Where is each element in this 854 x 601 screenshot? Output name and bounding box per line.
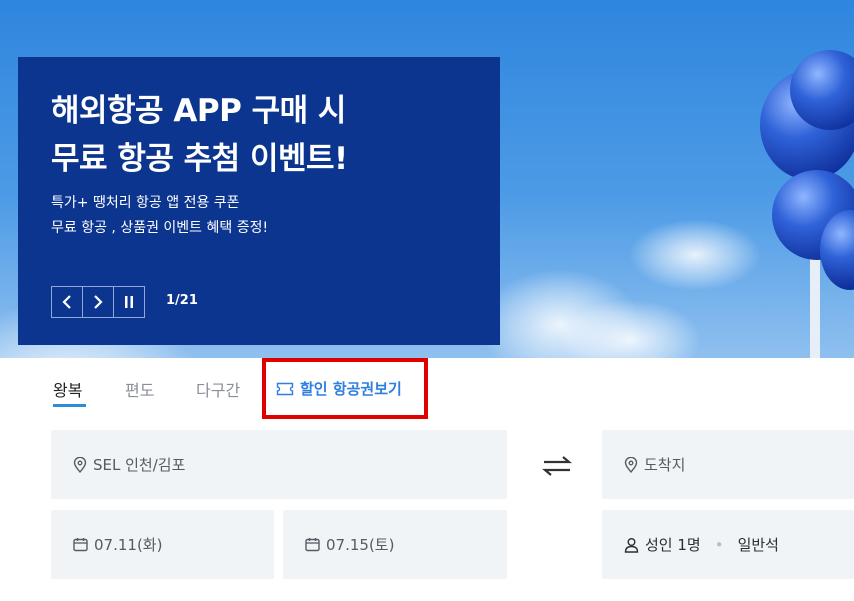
return-date-value: 07.15(토) [326, 536, 395, 554]
promo-card[interactable]: 해외항공 APP 구매 시 무료 항공 추첨 이벤트! 특가+ 땡처리 항공 앱… [18, 57, 500, 345]
destination-field[interactable]: 도착지 [602, 430, 854, 499]
passenger-cabin-field[interactable]: 성인 1명 • 일반석 [602, 510, 854, 579]
calendar-icon [305, 537, 320, 552]
discount-link-label: 할인 항공권보기 [300, 380, 402, 398]
promo-subtitle-line: 무료 항공 , 상품권 이벤트 혜택 증정! [51, 220, 269, 236]
chevron-right-icon [93, 295, 103, 309]
return-date-field[interactable]: 07.15(토) [283, 510, 507, 579]
swap-arrows-icon [542, 455, 572, 477]
ticket-icon [276, 382, 294, 396]
slide-counter: 1/21 [166, 293, 198, 308]
next-slide-button[interactable] [82, 286, 114, 318]
location-pin-icon [73, 456, 87, 473]
origin-field[interactable]: SEL 인천/김포 [51, 430, 507, 499]
pause-icon [124, 296, 134, 308]
calendar-icon [73, 537, 88, 552]
depart-date-value: 07.11(화) [94, 536, 163, 554]
promo-subtitle: 특가+ 땡처리 항공 앱 전용 쿠폰 무료 항공 , 상품권 이벤트 혜택 증정… [51, 191, 268, 241]
active-tab-indicator [53, 404, 86, 407]
location-pin-icon [624, 456, 638, 473]
tab-one-way[interactable]: 편도 [125, 377, 154, 401]
swap-button[interactable] [537, 446, 577, 486]
tab-multi-city[interactable]: 다구간 [196, 377, 240, 401]
pause-slide-button[interactable] [113, 286, 145, 318]
prev-slide-button[interactable] [51, 286, 83, 318]
person-icon [624, 537, 639, 553]
passenger-count: 성인 1명 [645, 536, 701, 554]
promo-subtitle-line: 특가+ 땡처리 항공 앱 전용 쿠폰 [51, 195, 240, 211]
balloon-image [740, 50, 854, 358]
separator-dot: • [714, 535, 724, 554]
depart-date-field[interactable]: 07.11(화) [51, 510, 274, 579]
origin-value: SEL 인천/김포 [93, 456, 186, 474]
cabin-class: 일반석 [737, 536, 779, 554]
discount-tickets-link[interactable]: 할인 항공권보기 [262, 358, 428, 419]
chevron-left-icon [62, 295, 72, 309]
tab-round-trip[interactable]: 왕복 [53, 377, 82, 401]
promo-title: 해외항공 APP 구매 시 무료 항공 추첨 이벤트! [51, 87, 348, 183]
destination-placeholder: 도착지 [644, 456, 686, 474]
promo-title-line: 무료 항공 추첨 이벤트! [51, 141, 348, 177]
promo-title-line: 해외항공 APP 구매 시 [51, 93, 346, 129]
